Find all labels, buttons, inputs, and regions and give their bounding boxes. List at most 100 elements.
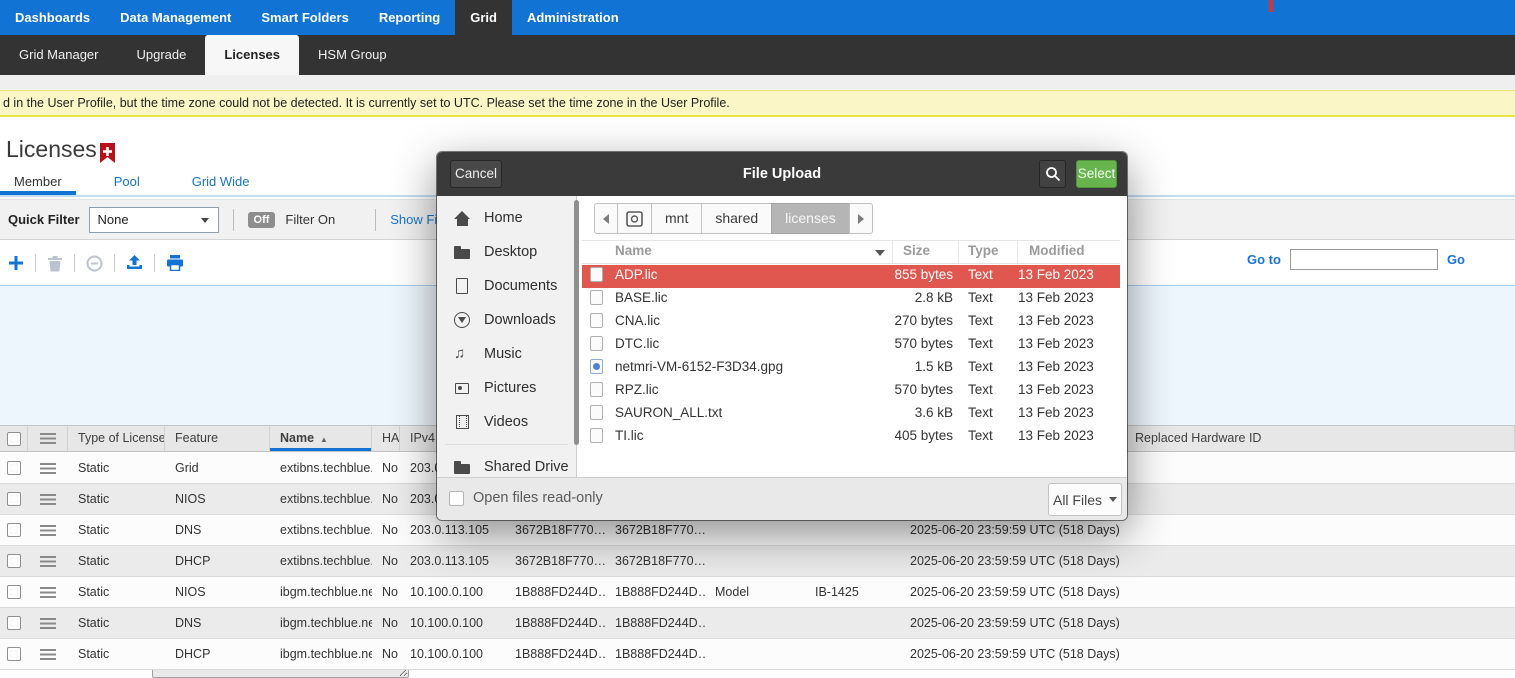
hamburger-icon[interactable] xyxy=(40,587,56,598)
top-nav-item[interactable]: Administration xyxy=(512,0,634,35)
top-nav-item[interactable]: Reporting xyxy=(364,0,455,35)
top-nav-item[interactable]: Grid xyxy=(455,0,512,35)
file-row[interactable]: CNA.lic 270 bytes Text 13 Feb 2023 xyxy=(582,311,1120,334)
file-row[interactable]: TI.lic 405 bytes Text 13 Feb 2023 xyxy=(582,426,1120,449)
sidebar-place-label: Downloads xyxy=(484,312,556,328)
column-header-type[interactable]: Type of License xyxy=(68,426,165,451)
red-indicator xyxy=(1269,0,1273,12)
file-row[interactable]: BASE.lic 2.8 kB Text 13 Feb 2023 xyxy=(582,288,1120,311)
cell-replaced-hardware-id xyxy=(1125,608,1515,638)
go-button[interactable]: Go xyxy=(1447,252,1465,267)
file-row[interactable]: ADP.lic 855 bytes Text 13 Feb 2023 xyxy=(582,265,1120,288)
sidebar-scrollbar[interactable] xyxy=(574,200,579,445)
sidebar-place-item[interactable]: Documents xyxy=(437,269,576,303)
breadcrumb-forward-button[interactable] xyxy=(849,203,873,234)
quick-filter-select[interactable]: None xyxy=(89,207,219,233)
file-modified: 13 Feb 2023 xyxy=(1018,290,1088,305)
row-checkbox[interactable] xyxy=(7,616,21,630)
hamburger-icon[interactable] xyxy=(40,525,56,536)
add-button[interactable] xyxy=(8,255,24,271)
hamburger-icon[interactable] xyxy=(40,618,56,629)
file-column-type[interactable]: Type xyxy=(968,243,999,258)
row-select-cell xyxy=(0,484,28,514)
filter-toggle-badge[interactable]: Off xyxy=(248,212,276,228)
top-nav-item[interactable]: Data Management xyxy=(105,0,246,35)
file-row[interactable]: netmri-VM-6152-F3D34.gpg 1.5 kB Text 13 … xyxy=(582,357,1120,380)
column-header-feature[interactable]: Feature xyxy=(165,426,270,451)
cell-type-of-license: Static xyxy=(68,453,165,483)
sidebar-place-item[interactable]: Downloads xyxy=(437,303,576,337)
file-row[interactable]: RPZ.lic 570 bytes Text 13 Feb 2023 xyxy=(582,380,1120,403)
row-checkbox[interactable] xyxy=(7,492,21,506)
breadcrumb-segment[interactable]: licenses xyxy=(771,203,850,234)
file-column-modified[interactable]: Modified xyxy=(1029,243,1085,258)
remove-button[interactable] xyxy=(86,255,103,272)
column-divider xyxy=(958,241,959,263)
sidebar-place-item[interactable]: Music xyxy=(437,337,576,371)
row-menu-cell xyxy=(28,577,68,607)
select-button[interactable]: Select xyxy=(1076,160,1117,188)
cell-model-label: Model xyxy=(705,577,805,607)
breadcrumb-back-button[interactable] xyxy=(594,203,618,234)
breadcrumb-drive-button[interactable] xyxy=(617,203,652,234)
hamburger-icon[interactable] xyxy=(40,556,56,567)
row-checkbox[interactable] xyxy=(7,647,21,661)
column-header-ha[interactable]: HA xyxy=(372,426,400,451)
cell-name: ibgm.techblue.net xyxy=(270,608,372,638)
file-row[interactable]: DTC.lic 570 bytes Text 13 Feb 2023 xyxy=(582,334,1120,357)
cell-model-value xyxy=(805,639,900,669)
hamburger-icon[interactable] xyxy=(40,494,56,505)
license-view-tab[interactable]: Pool xyxy=(100,169,154,195)
table-row[interactable]: Static DHCP extibns.techblue.n… No 203.0… xyxy=(0,546,1515,577)
table-row[interactable]: Static DNS ibgm.techblue.net No 10.100.0… xyxy=(0,608,1515,639)
sidebar-place-item[interactable]: Desktop xyxy=(437,235,576,269)
top-nav-item[interactable]: Smart Folders xyxy=(246,0,363,35)
sub-nav-item[interactable]: Grid Manager xyxy=(0,35,117,75)
trash-icon xyxy=(47,255,63,272)
file-filter-dropdown[interactable]: All Files xyxy=(1048,483,1122,516)
file-icon xyxy=(590,313,603,328)
sub-nav-item[interactable]: Upgrade xyxy=(117,35,205,75)
print-button[interactable] xyxy=(166,255,184,271)
table-row[interactable]: Static NIOS ibgm.techblue.net No 10.100.… xyxy=(0,577,1515,608)
breadcrumb-segment[interactable]: shared xyxy=(701,203,772,234)
cancel-button[interactable]: Cancel xyxy=(450,160,502,188)
cell-ha: No xyxy=(372,546,400,576)
hamburger-icon[interactable] xyxy=(40,463,56,474)
sidebar-place-item[interactable]: Videos xyxy=(437,405,576,439)
hamburger-icon[interactable] xyxy=(40,433,56,444)
sidebar-place-item[interactable]: Home xyxy=(437,201,576,235)
search-button[interactable] xyxy=(1039,160,1066,188)
file-column-size[interactable]: Size xyxy=(903,243,930,258)
cell-name: ibgm.techblue.net xyxy=(270,639,372,669)
read-only-checkbox[interactable] xyxy=(449,491,464,506)
row-checkbox[interactable] xyxy=(7,523,21,537)
top-navigation: Dashboards Data Management Smart Folders… xyxy=(0,0,1515,35)
select-all-checkbox[interactable] xyxy=(7,432,21,446)
row-menu-cell xyxy=(28,639,68,669)
upload-button[interactable] xyxy=(126,255,143,271)
row-checkbox[interactable] xyxy=(7,554,21,568)
file-icon xyxy=(590,405,603,420)
hamburger-icon[interactable] xyxy=(40,649,56,660)
file-column-name[interactable]: Name xyxy=(615,243,652,258)
column-header-replaced[interactable]: Replaced Hardware ID xyxy=(1125,426,1515,451)
sub-nav-item[interactable]: Licenses xyxy=(205,35,299,75)
license-view-tab[interactable]: Grid Wide xyxy=(178,169,264,195)
top-nav-item[interactable]: Dashboards xyxy=(0,0,105,35)
goto-input[interactable] xyxy=(1290,249,1438,270)
table-row[interactable]: Static DHCP ibgm.techblue.net No 10.100.… xyxy=(0,639,1515,670)
bookmark-icon[interactable] xyxy=(100,143,115,168)
sidebar-place-label: Desktop xyxy=(484,244,537,260)
license-view-tab[interactable]: Member xyxy=(0,169,76,195)
sub-nav-item[interactable]: HSM Group xyxy=(299,35,406,75)
file-row[interactable]: SAURON_ALL.txt 3.6 kB Text 13 Feb 2023 xyxy=(582,403,1120,426)
sidebar-place-item[interactable]: Pictures xyxy=(437,371,576,405)
row-checkbox[interactable] xyxy=(7,461,21,475)
music-icon xyxy=(454,346,471,363)
delete-button[interactable] xyxy=(47,255,63,272)
row-checkbox[interactable] xyxy=(7,585,21,599)
column-header-name[interactable]: Name▲ xyxy=(270,426,372,451)
cell-expiration: 2025-06-20 23:59:59 UTC (518 Days) xyxy=(900,577,1125,607)
breadcrumb-segment[interactable]: mnt xyxy=(651,203,702,234)
